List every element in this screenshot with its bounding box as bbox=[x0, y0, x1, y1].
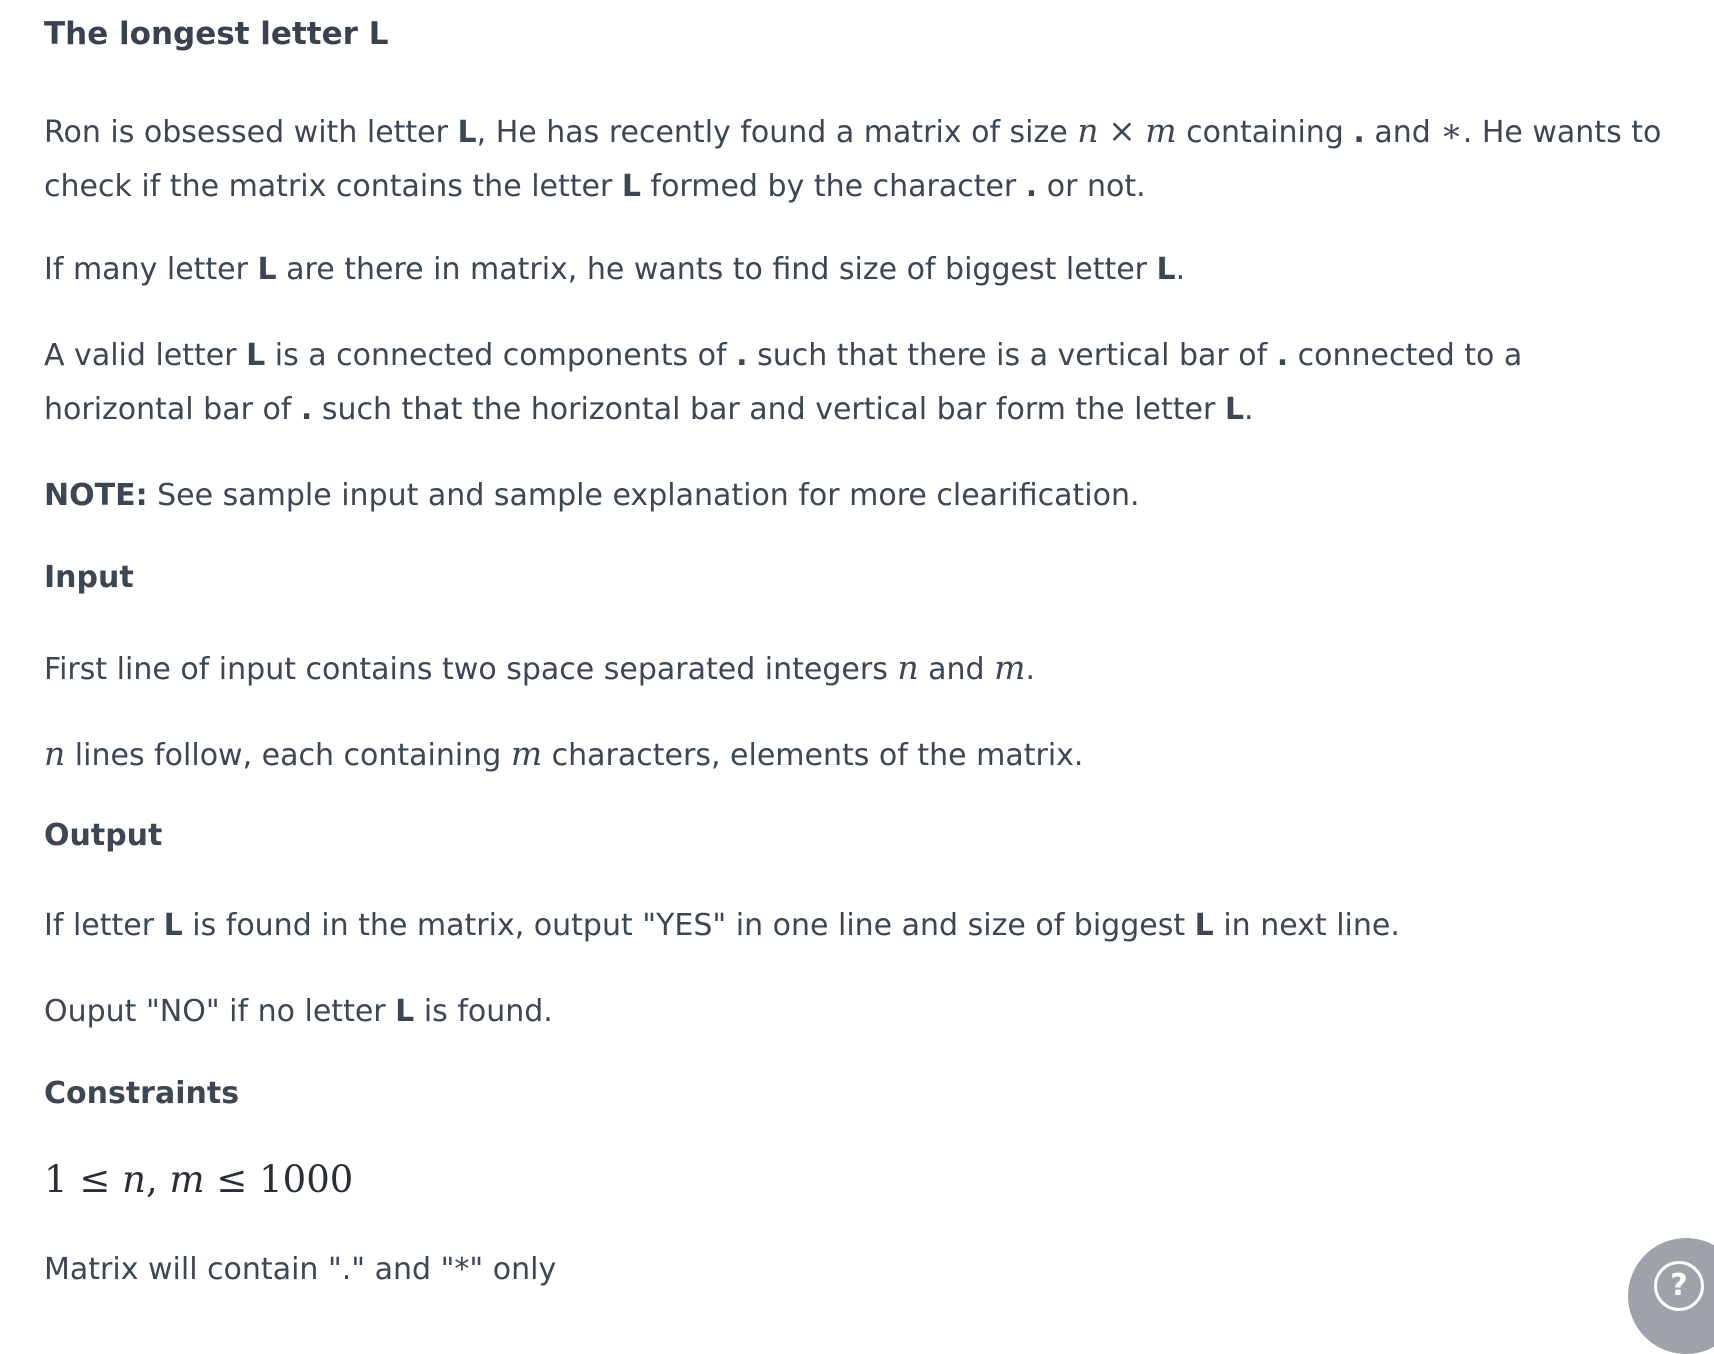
math-m: m bbox=[1145, 111, 1177, 150]
paragraph-input-first-line: First line of input contains two space s… bbox=[44, 648, 1035, 687]
math-m: m bbox=[994, 648, 1026, 687]
paragraph-output-yes: If letter L is found in the matrix, outp… bbox=[44, 908, 1400, 943]
paragraph-valid-letter: A valid letter L is a connected componen… bbox=[44, 338, 1523, 427]
question-mark-icon: ? bbox=[1654, 1261, 1704, 1311]
note-label: NOTE: bbox=[44, 478, 148, 513]
heading-output: Output bbox=[44, 818, 163, 853]
math-m: m bbox=[510, 734, 543, 773]
math-times: × bbox=[1108, 111, 1136, 150]
paragraph-biggest: If many letter L are there in matrix, he… bbox=[44, 252, 1186, 287]
paragraph-description: Ron is obsessed with letter L, He has re… bbox=[44, 111, 1662, 204]
math-star: ∗ bbox=[1440, 111, 1463, 150]
paragraph-matrix-note: Matrix will contain "." and "*" only bbox=[44, 1252, 557, 1287]
problem-title: The longest letter L bbox=[44, 16, 389, 52]
paragraph-note: NOTE: See sample input and sample explan… bbox=[44, 478, 1140, 513]
heading-constraints: Constraints bbox=[44, 1076, 240, 1111]
heading-input: Input bbox=[44, 560, 134, 595]
math-n: n bbox=[897, 648, 919, 687]
math-n: n bbox=[1077, 111, 1099, 150]
math-n: n bbox=[44, 734, 66, 773]
paragraph-input-lines: n lines follow, each containing m charac… bbox=[44, 734, 1084, 773]
help-button[interactable]: ? bbox=[1628, 1238, 1714, 1354]
constraint-formula: 1 ≤ n, m ≤ 1000 bbox=[44, 1158, 354, 1201]
paragraph-output-no: Ouput "NO" if no letter L is found. bbox=[44, 994, 553, 1029]
